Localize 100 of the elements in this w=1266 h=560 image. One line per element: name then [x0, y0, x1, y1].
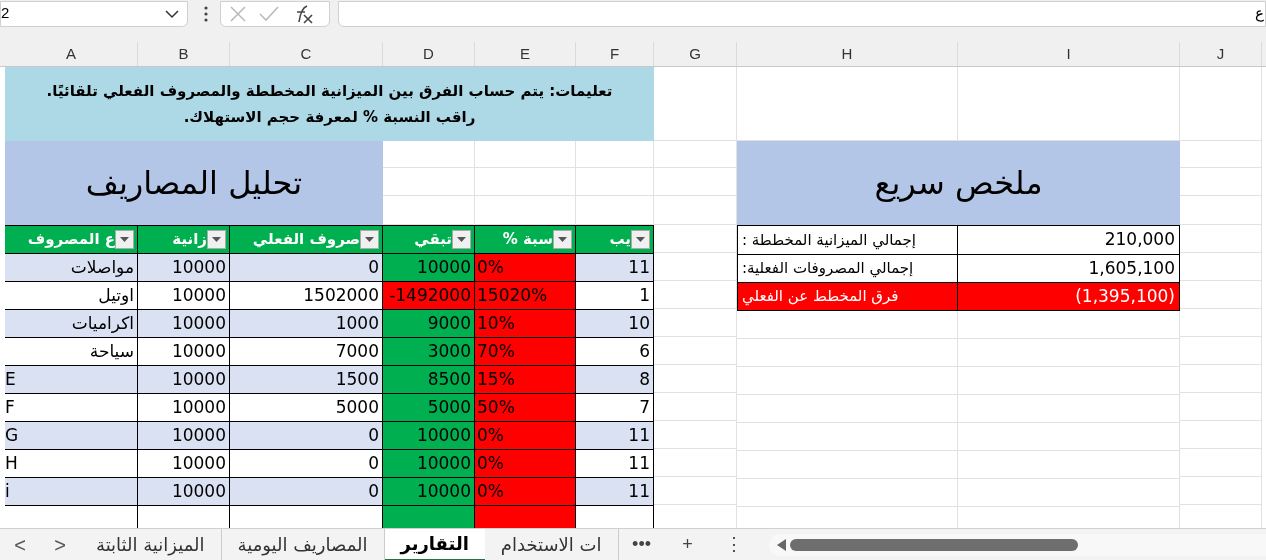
table-cell-text: H: [5, 451, 19, 475]
more-sheets-button[interactable]: •••: [618, 529, 665, 560]
empty-cell[interactable]: [475, 168, 576, 196]
column-header[interactable]: D: [383, 42, 475, 66]
table-cell-text: 1000: [335, 311, 379, 335]
table-cell-text: سياحة: [88, 339, 134, 363]
column-header[interactable]: E: [475, 42, 576, 66]
empty-cell[interactable]: [1180, 309, 1262, 337]
table-cell-text: G: [5, 423, 20, 447]
instructions-text: تعليمات: يتم حساب الفرق بين الميزانية المخططة والمصروف الفعلي تلقائيًا. راقب النسبة % لمعرفة حجم الاستهلاك.: [5, 67, 654, 141]
empty-cell[interactable]: [958, 479, 1180, 507]
column-header[interactable]: J: [1180, 42, 1262, 66]
filter-button[interactable]: [631, 230, 650, 249]
empty-cell[interactable]: [737, 395, 958, 423]
empty-cell[interactable]: [958, 451, 1180, 479]
filter-button[interactable]: [553, 230, 572, 249]
table-cell-text: 10000: [171, 255, 226, 279]
empty-cell[interactable]: [737, 423, 958, 451]
sheet-tab[interactable]: ات الاستخدام: [484, 528, 619, 560]
column-title: ع المصروف: [27, 229, 115, 251]
table-cell-text: 10000: [416, 451, 471, 475]
filter-button[interactable]: [452, 230, 471, 249]
table-cell-text: 1: [639, 283, 650, 307]
empty-cell[interactable]: [958, 339, 1180, 367]
name-box[interactable]: 2: [0, 0, 188, 27]
table-cell-text: 10: [628, 311, 650, 335]
filter-button[interactable]: [207, 230, 226, 249]
column-header[interactable]: C: [230, 42, 383, 66]
empty-cell[interactable]: [737, 339, 958, 367]
empty-cell[interactable]: [737, 367, 958, 395]
empty-cell[interactable]: [1180, 337, 1262, 365]
column-header[interactable]: F: [576, 42, 654, 66]
sheet-tab[interactable]: التقارير: [384, 528, 485, 560]
empty-cell[interactable]: [1180, 421, 1262, 449]
empty-cell[interactable]: [1180, 168, 1262, 196]
empty-cell[interactable]: [383, 168, 475, 196]
next-sheet-button[interactable]: >: [40, 529, 80, 560]
column-header[interactable]: A: [5, 42, 138, 66]
empty-cell[interactable]: [1180, 393, 1262, 421]
empty-cell[interactable]: [475, 141, 576, 168]
filter-button[interactable]: [115, 230, 134, 249]
empty-cell[interactable]: [958, 311, 1180, 339]
caret-down-icon: [457, 237, 466, 242]
formula-input[interactable]: ع: [338, 0, 1266, 27]
table-cell-text: F: [5, 395, 16, 419]
table-cell-text: 0: [368, 451, 379, 475]
table-cell-text: 0%: [477, 451, 504, 475]
empty-cell[interactable]: [1180, 365, 1262, 393]
sheet-tab[interactable]: الميزانية الثابتة: [80, 528, 222, 560]
empty-cell[interactable]: [958, 395, 1180, 423]
table-cell-text: اكراميات: [70, 311, 134, 335]
more-icon: [204, 5, 208, 22]
table-cell-text: 10000: [171, 451, 226, 475]
caret-down-icon: [636, 237, 645, 242]
empty-cell[interactable]: [1180, 477, 1262, 505]
sheet-tab[interactable]: المصاريف اليومية: [221, 528, 385, 560]
table-cell-text: 10000: [416, 423, 471, 447]
scroll-left-icon: [776, 538, 786, 551]
table-cell-text: 5000: [427, 395, 471, 419]
previous-sheet-button[interactable]: <: [0, 529, 40, 560]
table-cell-text: 7: [639, 395, 650, 419]
column-header[interactable]: G: [654, 42, 737, 66]
table-cell-text: مواصلات: [69, 255, 134, 279]
horizontal-scrollbar[interactable]: [768, 533, 1266, 556]
scrollbar-thumb[interactable]: [789, 538, 1078, 551]
empty-cell[interactable]: [737, 311, 958, 339]
summary-value: 210,000: [1104, 228, 1175, 252]
summary-label: إجمالي المصروفات الفعلية:: [742, 258, 914, 280]
empty-cell[interactable]: [737, 451, 958, 479]
empty-cell[interactable]: [737, 479, 958, 507]
cancel-icon: [229, 4, 247, 23]
add-sheet-button[interactable]: +: [664, 529, 711, 560]
table-cell-text: 10000: [171, 395, 226, 419]
caret-down-icon: [365, 237, 374, 242]
summary-label: فرق المخطط عن الفعلي: [742, 286, 899, 308]
empty-cell[interactable]: [958, 367, 1180, 395]
table-cell-text: 7000: [335, 339, 379, 363]
table-cell-text: 10000: [171, 367, 226, 391]
empty-cell[interactable]: [1180, 196, 1262, 225]
table-cell-text: 50%: [477, 395, 515, 419]
summary-value: (1,395,100): [1075, 284, 1175, 308]
table-cell-text: 10000: [416, 255, 471, 279]
column-header[interactable]: H: [737, 42, 958, 66]
empty-cell[interactable]: [576, 168, 654, 196]
table-cell-text: 11: [628, 451, 650, 475]
summary-title: ملخص سريع: [737, 141, 1180, 225]
table-cell-text: i: [5, 479, 11, 503]
empty-cell[interactable]: [958, 423, 1180, 451]
empty-cell[interactable]: [576, 141, 654, 168]
table-cell-text: 10000: [171, 311, 226, 335]
table-cell-text: 0: [368, 255, 379, 279]
column-header[interactable]: B: [138, 42, 230, 66]
options-button[interactable]: ⋮: [710, 529, 757, 560]
empty-cell[interactable]: [1180, 67, 1262, 141]
filter-button[interactable]: [360, 230, 379, 249]
column-header[interactable]: I: [958, 42, 1180, 66]
empty-cell[interactable]: [1180, 141, 1262, 168]
empty-cell[interactable]: [1180, 449, 1262, 477]
empty-cell[interactable]: [383, 141, 475, 168]
table-cell-text: 5000: [335, 395, 379, 419]
